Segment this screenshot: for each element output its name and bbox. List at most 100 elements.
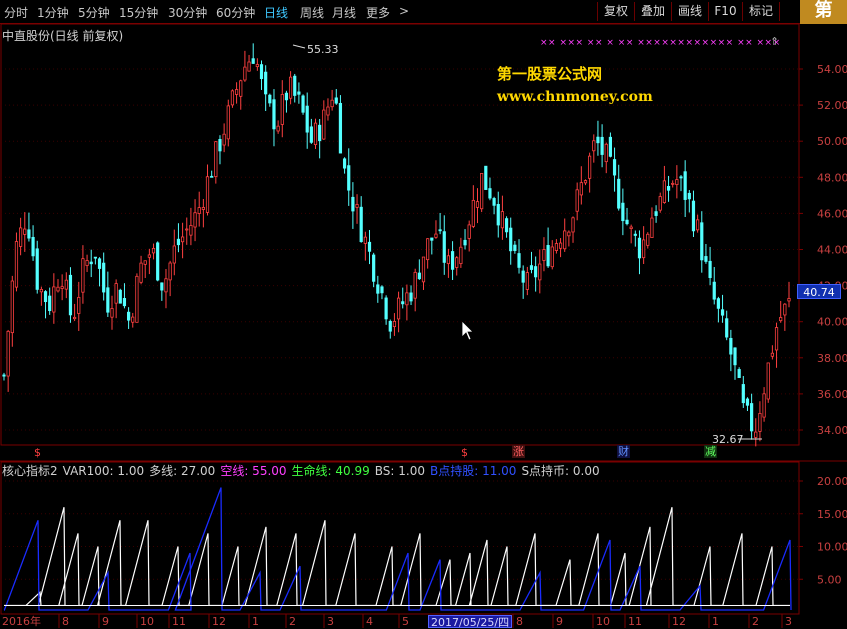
legend-bs: BS: 1.00 [374,464,425,478]
price-chart[interactable]: 54.0052.0050.0048.0046.0044.0042.0040.00… [0,0,847,629]
candle-body [355,204,359,208]
indicator-name: 核心指标2 [2,464,58,478]
time-axis-label: 10 [140,615,154,628]
candle-body [230,90,235,106]
price-axis-label: 44.00 [817,244,847,257]
candle-body [592,140,596,152]
candle-body [97,258,102,269]
candle-body [496,204,500,226]
candle-body [168,262,172,281]
candle-body [301,95,305,113]
candle-body [504,218,509,233]
time-axis-label: 8 [62,615,69,628]
candle-body [604,143,608,163]
main-chart-frame [0,23,800,446]
legend-kongxian: 空线: 55.00 [220,464,287,478]
candle-body [52,286,56,313]
candle-body [729,337,733,355]
candle-body [683,171,687,200]
candle-body [338,102,343,154]
candle-body [538,263,542,281]
candle-body [234,89,239,95]
time-axis-label: 12 [672,615,686,628]
candle-body [239,80,243,97]
candle-body [185,228,189,231]
candle-body [625,219,629,225]
event-marker-zhang[interactable]: 涨 [512,445,525,458]
candle-body [131,316,135,323]
indicator-legend: 核心指标2 VAR100: 1.00 多线: 27.00 空线: 55.00 生命线: … [2,462,605,479]
candle-body [380,286,384,294]
scroll-arrow-icon: ⇑ [770,35,779,48]
candle-body [637,237,642,259]
candle-body [442,231,446,263]
candle-body [588,155,592,179]
candle-body [484,165,488,190]
candle-body [39,288,43,293]
candle-body [450,251,455,270]
candle-body [438,229,442,232]
candle-body [550,246,554,268]
candle-body [147,254,151,258]
chart-title: 中直股份(日线 前复权) [2,29,124,43]
candle-body [205,176,210,213]
candle-body [708,260,712,278]
candle-body [459,246,463,265]
candle-body [334,97,338,104]
candle-body [297,91,301,95]
candle-body [596,136,600,144]
candle-body [127,311,131,321]
candle-body [264,71,268,95]
watermark-url: www.chnmoney.com [497,89,653,105]
event-marker-jian[interactable]: 减 [704,445,717,458]
candle-body [446,255,451,265]
candle-body [471,199,475,227]
candle-body [600,136,604,155]
candle-body [255,64,259,68]
candle-body [558,242,563,249]
candle-body [272,99,276,130]
candle-body [662,180,666,203]
event-marker-dollar[interactable]: $ [461,446,468,459]
candle-body [201,207,205,210]
candle-body [733,347,737,366]
candle-body [164,278,168,293]
candle-body [376,284,380,294]
candle-body [679,176,683,179]
price-axis-label: 52.00 [817,99,847,112]
candle-body [372,254,376,282]
candle-body [509,227,513,252]
candle-body [259,64,264,80]
candle-body [766,362,770,400]
candle-body [421,256,426,283]
candle-body [81,258,85,293]
candle-body [247,61,251,72]
candle-body [388,320,392,332]
candle-body [430,237,434,241]
candle-body [23,228,27,235]
legend-b-hold: B点持股: 11.00 [429,464,517,478]
candle-body [737,369,741,379]
event-marker-dollar[interactable]: $ [34,446,41,459]
candle-body [691,200,696,232]
candle-body [363,236,367,244]
candle-body [434,233,438,238]
price-axis-label: 54.00 [817,63,847,76]
time-axis-label: 9 [102,615,109,628]
candle-body [463,239,467,246]
candle-body [521,270,525,283]
candle-body [19,227,23,247]
candle-body [554,243,559,251]
indicator-axis-label: 5.00 [817,573,842,586]
candle-body [774,327,779,351]
candle-body [106,287,110,313]
time-axis-label: 10 [596,615,610,628]
time-axis-label: 11 [628,615,642,628]
candle-body [704,256,708,262]
candle-body [197,207,201,214]
high-price-label: 55.33 [307,43,339,56]
candle-body [405,292,409,306]
time-axis-label: 2 [289,615,296,628]
event-marker-cai[interactable]: 财 [617,445,630,458]
price-axis-label: 48.00 [817,171,847,184]
